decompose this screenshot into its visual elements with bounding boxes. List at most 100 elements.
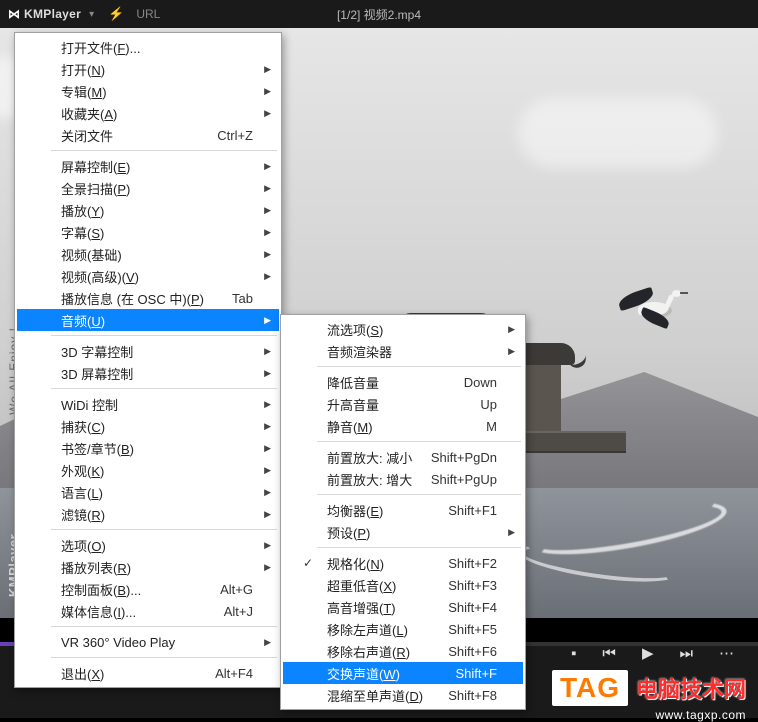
menu-item-shortcut: Alt+G xyxy=(208,582,253,597)
context-menu-item[interactable]: WiDi 控制 xyxy=(17,393,279,415)
submenu-item[interactable]: 静音(M)M xyxy=(283,415,523,437)
menu-item-shortcut: Shift+F xyxy=(443,666,497,681)
menu-item-label: 预设(P) xyxy=(327,523,370,542)
submenu-item[interactable]: 预设(P) xyxy=(283,521,523,543)
menu-item-label: 前置放大: 增大 xyxy=(327,470,412,489)
context-menu-item[interactable]: 视频(高级)(V) xyxy=(17,265,279,287)
submenu-item[interactable]: 音频渲染器 xyxy=(283,340,523,362)
context-menu-item[interactable]: 3D 字幕控制 xyxy=(17,340,279,362)
title-bar: ⋈ KMPlayer ▾ ⚡ URL [1/2] 视频2.mp4 xyxy=(0,0,758,28)
app-name: KMPlayer xyxy=(24,7,81,21)
menu-item-shortcut: Ctrl+Z xyxy=(205,128,253,143)
submenu-item[interactable]: 交换声道(W) Shift+F xyxy=(283,662,523,684)
menu-item-label: WiDi 控制 xyxy=(61,395,118,414)
chevron-down-icon[interactable]: ▾ xyxy=(89,9,94,20)
menu-item-label: 字幕(S) xyxy=(61,223,104,242)
menu-item-label: 关闭文件 xyxy=(61,126,113,145)
next-button[interactable]: ⏭ xyxy=(679,645,693,662)
menu-separator xyxy=(51,657,277,658)
context-menu-item[interactable]: 屏幕控制(E) xyxy=(17,155,279,177)
menu-item-label: 3D 字幕控制 xyxy=(61,342,133,361)
menu-item-label: 外观(K) xyxy=(61,461,104,480)
url-label[interactable]: URL xyxy=(136,7,160,21)
app-logo[interactable]: ⋈ KMPlayer ▾ xyxy=(8,7,94,21)
menu-item-label: 超重低音(X) xyxy=(327,576,396,595)
menu-item-label: 流选项(S) xyxy=(327,320,383,339)
context-menu-item[interactable]: 捕获(C) xyxy=(17,415,279,437)
context-menu-item[interactable]: 书签/章节(B) xyxy=(17,437,279,459)
submenu-item[interactable]: 前置放大: 增大 Shift+PgUp xyxy=(283,468,523,490)
context-menu-item[interactable]: 播放列表(R) xyxy=(17,556,279,578)
menu-item-shortcut: Shift+PgDn xyxy=(419,450,497,465)
menu-item-label: 移除右声道(R) xyxy=(327,642,410,661)
menu-separator xyxy=(51,150,277,151)
context-menu-item[interactable]: 语言(L) xyxy=(17,481,279,503)
menu-item-label: 全景扫描(P) xyxy=(61,179,130,198)
watermark-url: www.tagxp.com xyxy=(655,708,746,722)
menu-item-label: 规格化(N) xyxy=(327,554,384,573)
menu-item-label: 3D 屏幕控制 xyxy=(61,364,133,383)
context-menu-item[interactable]: 滤镜(R) xyxy=(17,503,279,525)
menu-item-label: 屏幕控制(E) xyxy=(61,157,130,176)
menu-separator xyxy=(51,335,277,336)
submenu-item[interactable]: 降低音量Down xyxy=(283,371,523,393)
menu-item-label: 控制面板(B)... xyxy=(61,580,141,599)
context-menu-item[interactable]: 字幕(S) xyxy=(17,221,279,243)
menu-item-label: 音频(U) xyxy=(61,311,105,330)
prev-button[interactable]: ⏮ xyxy=(602,645,616,662)
menu-item-label: 交换声道(W) xyxy=(327,664,400,683)
bolt-icon[interactable]: ⚡ xyxy=(108,6,124,22)
context-menu-item[interactable]: 控制面板(B)... Alt+G xyxy=(17,578,279,600)
context-menu-item[interactable]: 外观(K) xyxy=(17,459,279,481)
context-menu-item[interactable]: 3D 屏幕控制 xyxy=(17,362,279,384)
menu-item-label: 升高音量 xyxy=(327,395,379,414)
submenu-item[interactable]: 均衡器(E)Shift+F1 xyxy=(283,499,523,521)
submenu-item[interactable]: 超重低音(X)Shift+F3 xyxy=(283,574,523,596)
menu-item-label: 打开文件(F)... xyxy=(61,38,140,57)
submenu-item[interactable]: 高音增强(T)Shift+F4 xyxy=(283,596,523,618)
submenu-item[interactable]: 流选项(S) xyxy=(283,318,523,340)
menu-item-label: 滤镜(R) xyxy=(61,505,105,524)
watermark-tag: TAG xyxy=(552,670,628,706)
menu-item-shortcut: Shift+F6 xyxy=(436,644,497,659)
submenu-item[interactable]: ✓规格化(N)Shift+F2 xyxy=(283,552,523,574)
context-menu-item[interactable]: 打开文件(F)... xyxy=(17,36,279,58)
stop-button[interactable]: ▪ xyxy=(571,645,576,662)
play-button[interactable]: ▶ xyxy=(642,644,654,662)
menu-item-label: 视频(基础) xyxy=(61,245,122,264)
submenu-item[interactable]: 混缩至单声道(D) Shift+F8 xyxy=(283,684,523,706)
menu-item-shortcut: Tab xyxy=(220,291,253,306)
context-menu-item[interactable]: 视频(基础) xyxy=(17,243,279,265)
menu-item-shortcut: Alt+J xyxy=(212,604,253,619)
context-menu-item[interactable]: 专辑(M) xyxy=(17,80,279,102)
submenu-item[interactable]: 移除右声道(R) Shift+F6 xyxy=(283,640,523,662)
menu-item-label: VR 360° Video Play xyxy=(61,635,175,650)
context-menu-item[interactable]: 收藏夹(A) xyxy=(17,102,279,124)
context-menu-item[interactable]: 退出(X)Alt+F4 xyxy=(17,662,279,684)
menu-item-shortcut: Shift+PgUp xyxy=(419,472,497,487)
submenu-item[interactable]: 前置放大: 减小Shift+PgDn xyxy=(283,446,523,468)
context-menu-item[interactable]: 音频(U) xyxy=(17,309,279,331)
context-menu-item[interactable]: 关闭文件 Ctrl+Z xyxy=(17,124,279,146)
submenu-item[interactable]: 升高音量Up xyxy=(283,393,523,415)
context-menu-item[interactable]: 播放(Y) xyxy=(17,199,279,221)
menu-item-label: 混缩至单声道(D) xyxy=(327,686,423,705)
context-menu-item[interactable]: VR 360° Video Play xyxy=(17,631,279,653)
context-menu-item[interactable]: 播放信息 (在 OSC 中)(P)Tab xyxy=(17,287,279,309)
menu-separator xyxy=(51,626,277,627)
submenu-item[interactable]: 移除左声道(L)Shift+F5 xyxy=(283,618,523,640)
context-menu-item[interactable]: 媒体信息(I)...Alt+J xyxy=(17,600,279,622)
context-menu-item[interactable]: 选项(O) xyxy=(17,534,279,556)
menu-item-label: 音频渲染器 xyxy=(327,342,392,361)
menu-separator xyxy=(51,529,277,530)
check-icon: ✓ xyxy=(303,556,313,570)
context-menu-item[interactable]: 打开(N) xyxy=(17,58,279,80)
menu-item-label: 收藏夹(A) xyxy=(61,104,117,123)
more-button[interactable]: ⋯ xyxy=(719,644,734,662)
context-menu-item[interactable]: 全景扫描(P) xyxy=(17,177,279,199)
menu-item-shortcut: Shift+F8 xyxy=(436,688,497,703)
menu-item-label: 均衡器(E) xyxy=(327,501,383,520)
menu-item-label: 选项(O) xyxy=(61,536,106,555)
watermark: TAG 电脑技术网 www.tagxp.com xyxy=(552,670,746,706)
menu-item-label: 退出(X) xyxy=(61,664,104,683)
